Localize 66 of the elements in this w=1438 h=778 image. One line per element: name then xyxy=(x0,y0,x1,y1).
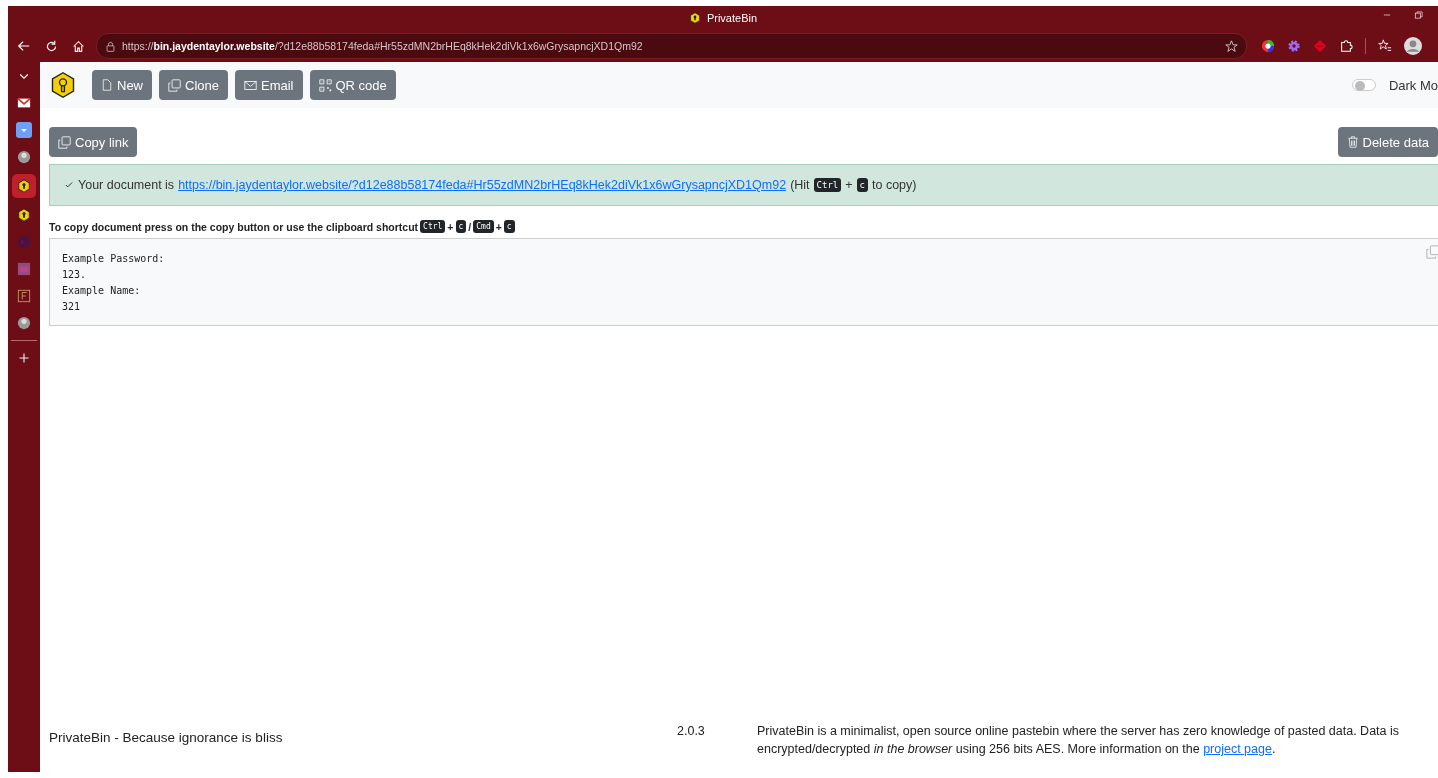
key-label: c xyxy=(856,178,868,192)
hexagon-keyhole-icon xyxy=(17,208,31,222)
lock-icon xyxy=(105,40,116,52)
color-wheel-icon xyxy=(1261,39,1275,53)
plus-icon xyxy=(18,352,30,364)
diamond-icon xyxy=(1313,39,1327,53)
key-label: Ctrl xyxy=(420,220,446,233)
dark-mode-label: Dark Mo xyxy=(1388,77,1438,93)
message-text: To copy document press on the copy button or use the clipboard shortcut xyxy=(49,220,419,233)
reload-icon xyxy=(45,39,58,53)
qr-code-icon xyxy=(318,78,332,92)
envelope-icon xyxy=(244,78,257,92)
hexagon-keyhole-icon xyxy=(688,12,701,24)
download-icon xyxy=(16,122,32,138)
key-label: c xyxy=(455,220,467,233)
home-icon xyxy=(72,39,85,53)
footer-tagline: PrivateBin - Because ignorance is bliss xyxy=(49,729,284,745)
key-label: Cmd xyxy=(473,220,494,233)
document-line: Example Name: xyxy=(62,284,142,298)
sidebar-item[interactable] xyxy=(13,120,35,140)
favorites-icon xyxy=(1378,39,1392,53)
trash-icon xyxy=(1346,136,1359,148)
toolbar-button[interactable]: Email xyxy=(235,70,303,100)
star-icon xyxy=(1225,39,1238,53)
toolbar-button[interactable]: QR code xyxy=(309,70,396,100)
message-text: Your document is xyxy=(78,178,175,192)
key-separator: / xyxy=(468,220,472,233)
profile-avatar-icon xyxy=(1404,37,1422,55)
hexagon-keyhole-logo-icon xyxy=(49,71,77,99)
avatar-icon xyxy=(17,316,31,330)
document-line: 123. xyxy=(62,268,88,282)
key-separator: + xyxy=(447,220,454,233)
copy-icon xyxy=(168,78,181,92)
avatar-icon xyxy=(17,150,31,164)
check-icon xyxy=(64,180,74,190)
document-line: Example Password: xyxy=(62,252,166,266)
about-text: PrivateBin is a minimalist, open source online pastebin where the server has zero knowledge of pasted data. Data is encrypted/decrypted in the browser using 256 bits AES. More information on the project page. xyxy=(757,723,1401,758)
toolbar-button[interactable]: New xyxy=(92,70,152,100)
version-text: 2.0.3 xyxy=(677,723,706,738)
project-page-link[interactable]: project page xyxy=(1203,742,1272,756)
file-icon xyxy=(101,79,113,91)
key-separator: + xyxy=(495,220,502,233)
mail-icon xyxy=(17,96,31,110)
sidebar-item[interactable] xyxy=(12,174,36,198)
document-line: 321 xyxy=(62,300,82,314)
form-icon xyxy=(17,289,31,303)
delete-button[interactable]: Delete data xyxy=(1337,127,1438,157)
toolbar-button[interactable]: Clone xyxy=(159,70,228,100)
key-label: c xyxy=(503,220,515,233)
gear-icon xyxy=(1287,39,1301,53)
hexagon-keyhole-icon xyxy=(17,179,31,193)
window-title: PrivateBin xyxy=(706,12,758,24)
dark-mode-toggle[interactable] xyxy=(1351,79,1376,91)
copy-link-button[interactable]: Copy link xyxy=(49,127,138,157)
document-link[interactable]: https://bin.jaydentaylor.website/?d12e88b58174feda#Hr55zdMN2brHEq8kHek2diVk1x6wGrysapncjXD1Qm92 xyxy=(178,178,787,192)
arrow-left-icon xyxy=(17,39,31,53)
copy-icon xyxy=(58,135,71,149)
message-text: to copy) xyxy=(872,178,917,192)
calendar-icon xyxy=(17,262,31,276)
puzzle-icon xyxy=(1339,39,1353,53)
message-text: (Hit xyxy=(790,178,810,192)
key-label: Ctrl xyxy=(813,178,842,192)
restore-icon xyxy=(1414,10,1424,20)
terminal-icon xyxy=(17,235,31,249)
key-separator: + xyxy=(845,178,853,192)
address-field[interactable]: https://bin.jaydentaylor.website/?d12e88b58174feda#Hr55zdMN2brHEq8kHek2diVk1x6wGrysapncjXD1Qm92 xyxy=(96,33,1247,59)
